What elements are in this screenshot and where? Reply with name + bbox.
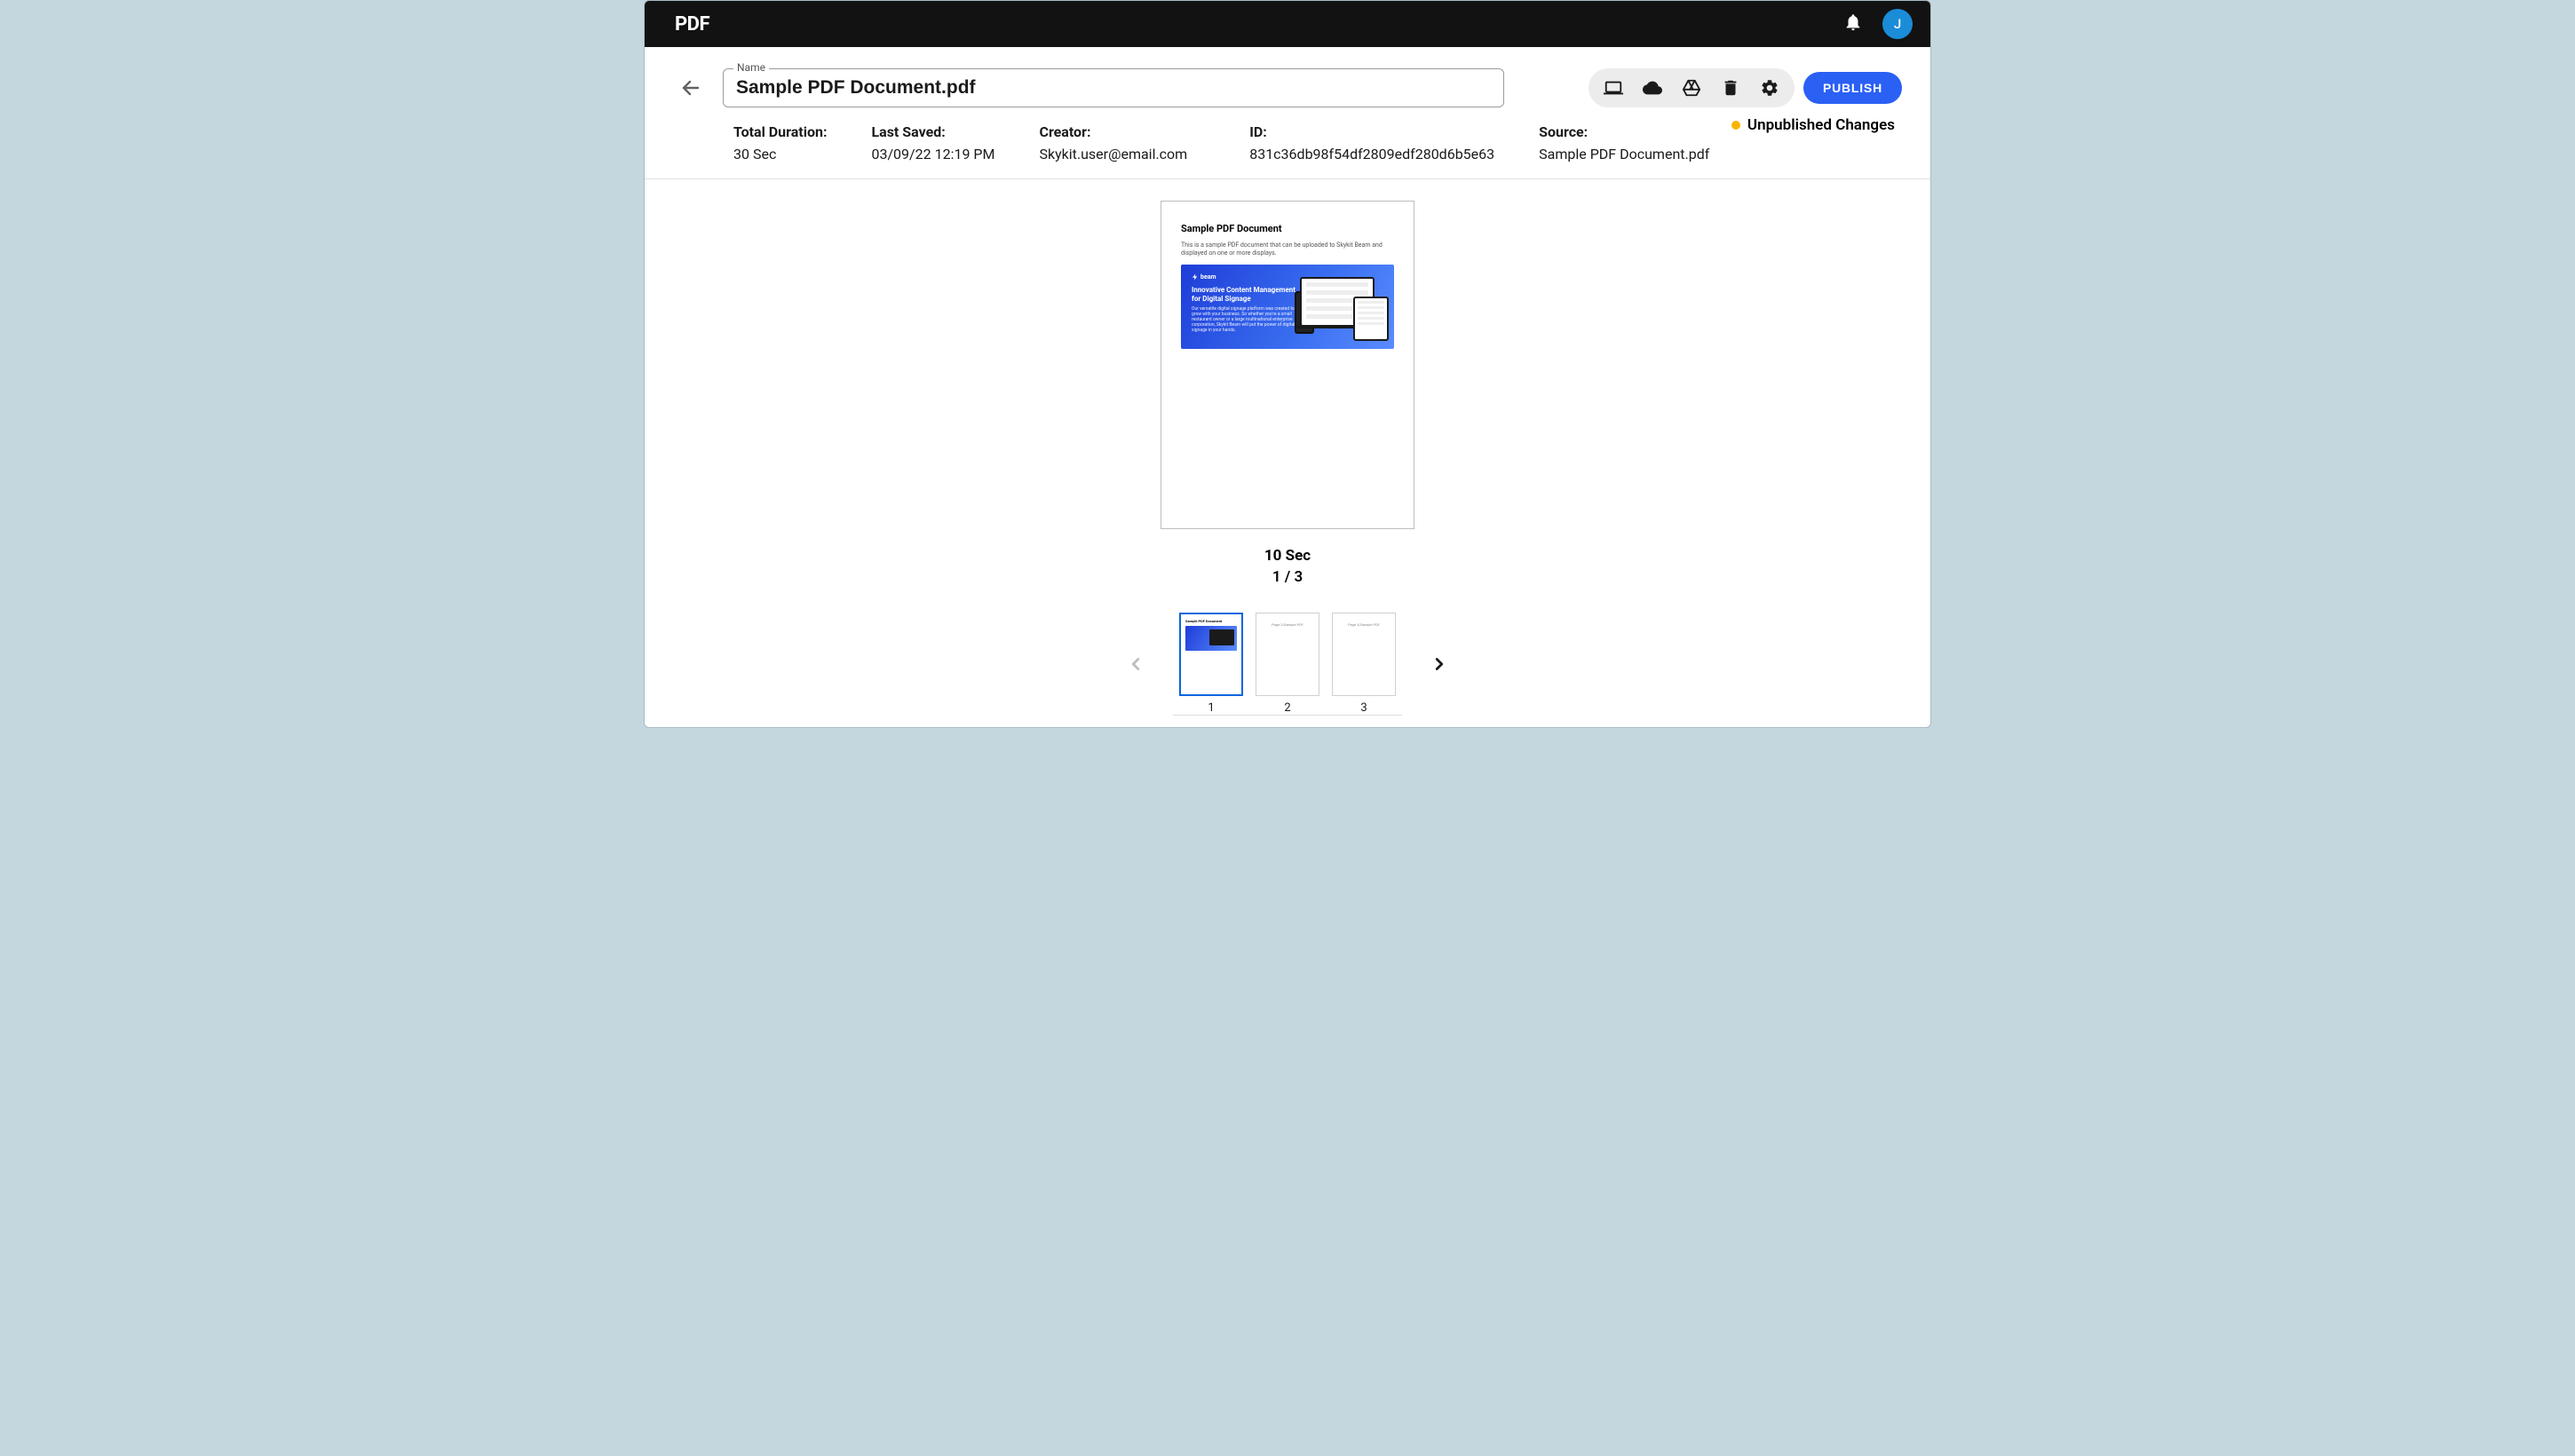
meta-source: Source: Sample PDF Document.pdf bbox=[1539, 123, 1709, 162]
header-row: Name PUBLISH bbox=[645, 47, 1930, 107]
prev-page-arrow bbox=[1121, 650, 1150, 678]
pdf-page-title: Sample PDF Document bbox=[1181, 223, 1394, 234]
thumb-number: 2 bbox=[1284, 701, 1290, 715]
name-field-wrap: Name bbox=[723, 68, 1504, 107]
meta-last-saved: Last Saved: 03/09/22 12:19 PM bbox=[871, 123, 994, 162]
topbar-right: J bbox=[1843, 9, 1913, 39]
thumb-page-1[interactable]: Sample PDF Document bbox=[1179, 613, 1243, 696]
back-button[interactable] bbox=[673, 70, 709, 106]
thumb-number: 1 bbox=[1208, 701, 1214, 715]
banner-mock-devices bbox=[1295, 273, 1394, 343]
meta-value: 30 Sec bbox=[733, 146, 827, 162]
banner-headline: Innovative Content Management for Digita… bbox=[1192, 286, 1297, 303]
status-dot-icon bbox=[1731, 121, 1740, 130]
page-counter: 1 / 3 bbox=[1272, 568, 1303, 586]
thumb-page-2[interactable]: Page 2/Sample PDF bbox=[1256, 613, 1319, 696]
publish-button[interactable]: PUBLISH bbox=[1803, 72, 1902, 104]
thumb-page-3[interactable]: Page 3/Sample PDF bbox=[1332, 613, 1396, 696]
thumbs-container: Sample PDF Document1Page 2/Sample PDF2Pa… bbox=[1179, 613, 1396, 715]
app-title: PDF bbox=[675, 13, 709, 36]
thumb-placeholder-text: Page 2/Sample PDF bbox=[1261, 622, 1314, 627]
header-actions: PUBLISH bbox=[1589, 68, 1902, 107]
thumb-mini-banner bbox=[1185, 626, 1237, 651]
laptop-icon[interactable] bbox=[1594, 72, 1633, 104]
meta-label: Last Saved: bbox=[871, 123, 994, 140]
banner-sub: Our versatile digital signage platform w… bbox=[1192, 306, 1297, 333]
mock-tablet-icon bbox=[1353, 297, 1389, 341]
meta-duration: Total Duration: 30 Sec bbox=[733, 123, 827, 162]
avatar[interactable]: J bbox=[1882, 9, 1913, 39]
thumb-slot: Page 2/Sample PDF 2 bbox=[1256, 613, 1319, 715]
thumb-slot: Sample PDF Document 1 bbox=[1179, 613, 1243, 715]
page-meta: 10 Sec 1 / 3 bbox=[1264, 547, 1311, 586]
meta-value: Sample PDF Document.pdf bbox=[1539, 146, 1709, 162]
trash-icon[interactable] bbox=[1711, 72, 1750, 104]
meta-id: ID: 831c36db98f54df2809edf280d6b5e63 bbox=[1249, 123, 1494, 162]
thumbs-underline bbox=[1173, 715, 1402, 716]
pdf-page-desc: This is a sample PDF document that can b… bbox=[1181, 241, 1394, 257]
gear-icon[interactable] bbox=[1750, 72, 1789, 104]
notifications-icon[interactable] bbox=[1843, 12, 1863, 36]
page-duration: 10 Sec bbox=[1264, 547, 1311, 565]
name-input[interactable] bbox=[723, 68, 1504, 107]
meta-label: Creator: bbox=[1039, 123, 1187, 140]
action-group bbox=[1589, 68, 1795, 107]
unpublished-status: Unpublished Changes bbox=[1731, 116, 1895, 134]
status-text: Unpublished Changes bbox=[1747, 116, 1895, 134]
preview-area: Sample PDF Document This is a sample PDF… bbox=[645, 179, 1930, 727]
meta-label: Source: bbox=[1539, 123, 1709, 140]
meta-row: Total Duration: 30 Sec Last Saved: 03/09… bbox=[645, 107, 1930, 179]
meta-label: ID: bbox=[1249, 123, 1494, 140]
thumbs-row: Sample PDF Document1Page 2/Sample PDF2Pa… bbox=[1121, 613, 1454, 716]
meta-value: 03/09/22 12:19 PM bbox=[871, 146, 994, 162]
banner-brand-text: beam bbox=[1200, 273, 1216, 281]
topbar: PDF J bbox=[645, 1, 1930, 47]
next-page-arrow[interactable] bbox=[1425, 650, 1454, 678]
thumb-number: 3 bbox=[1360, 701, 1367, 715]
meta-value: Skykit.user@email.com bbox=[1039, 146, 1187, 162]
pdf-banner: beam Innovative Content Management for D… bbox=[1181, 265, 1394, 349]
drive-icon[interactable] bbox=[1672, 72, 1711, 104]
avatar-initial: J bbox=[1894, 16, 1901, 32]
meta-value: 831c36db98f54df2809edf280d6b5e63 bbox=[1249, 146, 1494, 162]
meta-label: Total Duration: bbox=[733, 123, 827, 140]
name-field-label: Name bbox=[733, 61, 769, 74]
pdf-page-preview: Sample PDF Document This is a sample PDF… bbox=[1161, 201, 1414, 529]
meta-creator: Creator: Skykit.user@email.com bbox=[1039, 123, 1187, 162]
thumb-slot: Page 3/Sample PDF 3 bbox=[1332, 613, 1396, 715]
thumb-mini-title: Sample PDF Document bbox=[1185, 619, 1237, 623]
app-window: PDF J Name bbox=[644, 0, 1931, 728]
cloud-icon[interactable] bbox=[1633, 72, 1672, 104]
thumb-placeholder-text: Page 3/Sample PDF bbox=[1337, 622, 1390, 627]
